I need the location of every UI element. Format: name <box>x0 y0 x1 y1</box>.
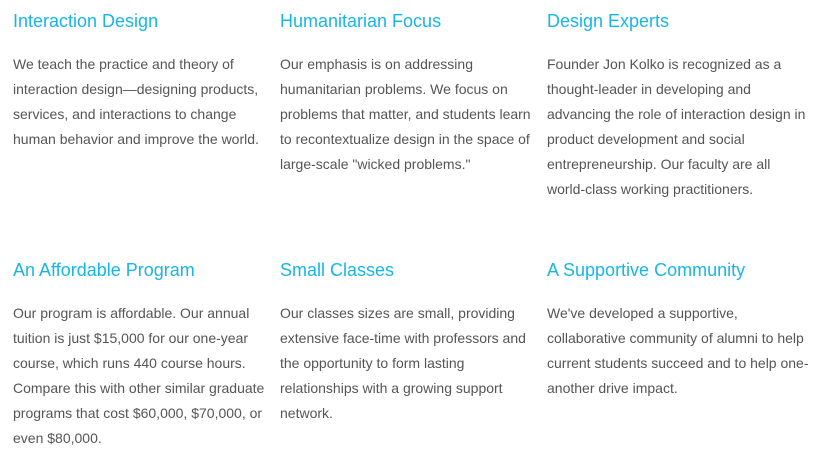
feature-title: Small Classes <box>280 260 395 280</box>
feature-supportive-community: A Supportive Community We've developed a… <box>547 258 809 401</box>
feature-small-classes: Small Classes Our classes sizes are smal… <box>280 258 542 426</box>
feature-affordable-program: An Affordable Program Our program is aff… <box>13 258 275 451</box>
feature-description: Our emphasis is on addressing humanitari… <box>280 56 531 172</box>
features-grid: Interaction Design We teach the practice… <box>0 0 832 464</box>
feature-title: Interaction Design <box>13 11 159 31</box>
feature-title: An Affordable Program <box>13 260 195 280</box>
feature-description: Our classes sizes are small, providing e… <box>280 305 526 421</box>
feature-interaction-design: Interaction Design We teach the practice… <box>13 9 275 152</box>
feature-description: Our program is affordable. Our annual tu… <box>13 305 265 446</box>
feature-description: We teach the practice and theory of inte… <box>13 56 259 147</box>
feature-description: Founder Jon Kolko is recognized as a tho… <box>547 56 806 197</box>
feature-humanitarian-focus: Humanitarian Focus Our emphasis is on ad… <box>280 9 542 177</box>
feature-title: A Supportive Community <box>547 260 746 280</box>
feature-design-experts: Design Experts Founder Jon Kolko is reco… <box>547 9 809 202</box>
feature-description: We've developed a supportive, collaborat… <box>547 305 809 396</box>
feature-title: Design Experts <box>547 11 670 31</box>
feature-title: Humanitarian Focus <box>280 11 442 31</box>
